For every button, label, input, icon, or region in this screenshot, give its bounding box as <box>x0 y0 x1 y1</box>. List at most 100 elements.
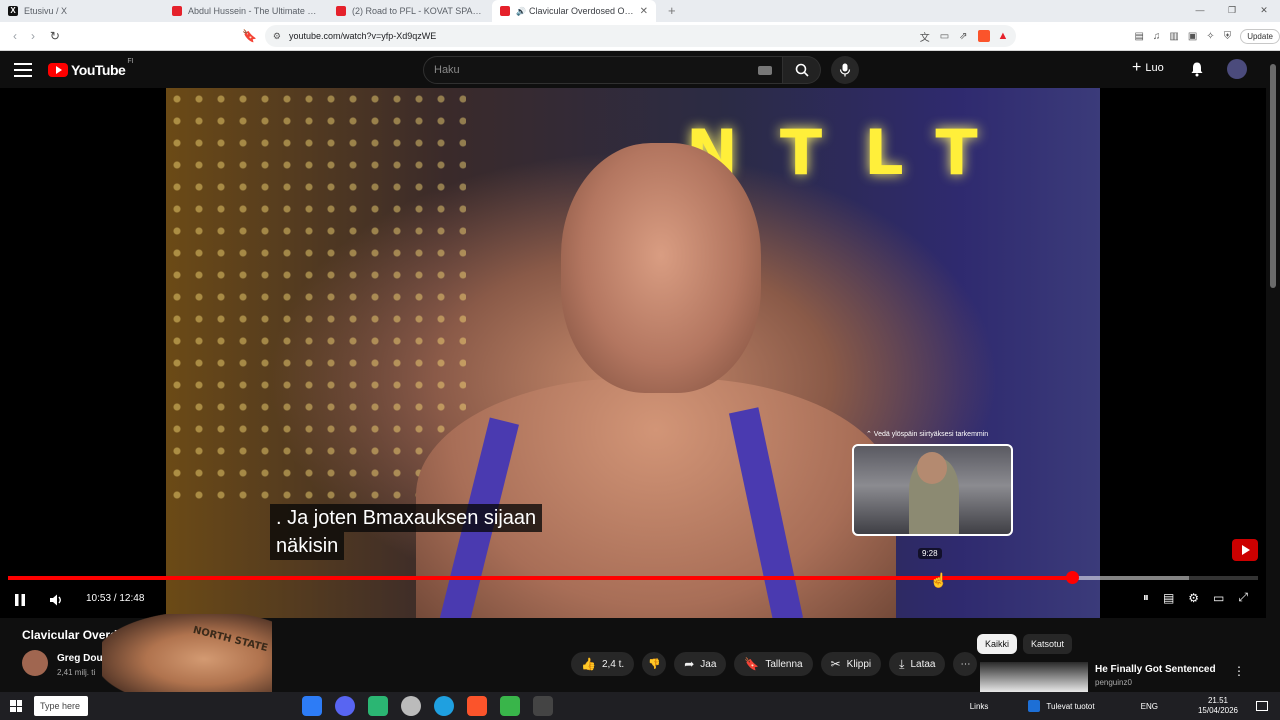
settings-gear-icon[interactable]: ⚙ <box>1188 591 1199 605</box>
caption-line-2: näkisin <box>270 532 345 560</box>
thumbs-down-icon: 👎 <box>647 658 661 670</box>
player-controls: 10:53 / 12:48 ⏸ ▤ ⚙ ▭ ⤢ <box>0 588 1266 612</box>
url-field[interactable]: ⚙ youtube.com/watch?v=yfp-Xd9qzWE 文 ▭ ⇗ … <box>264 25 1017 47</box>
cast-icon[interactable]: ▭ <box>940 31 949 42</box>
plus-icon: + <box>1132 59 1142 76</box>
taskbar-search-input[interactable]: Type here <box>34 696 88 716</box>
recommended-channel[interactable]: penguinz0 <box>1095 678 1132 687</box>
chat-app-icon[interactable] <box>368 696 388 716</box>
brave-shields-icon[interactable] <box>977 30 990 42</box>
close-window-icon[interactable]: ✕ <box>1248 0 1280 22</box>
download-label: Lataa <box>910 658 936 670</box>
download-button[interactable]: ⤓ Lataa <box>889 652 946 676</box>
account-avatar[interactable] <box>1227 59 1247 79</box>
fairy-lights-background <box>166 88 466 508</box>
dislike-button[interactable]: 👎 <box>642 652 667 676</box>
x-logo-icon: X <box>8 6 18 16</box>
media-app-icon[interactable] <box>500 696 520 716</box>
youtube-watermark-icon[interactable] <box>1232 539 1258 561</box>
progress-bar[interactable] <box>8 571 1258 584</box>
reload-icon[interactable]: ↻ <box>46 29 64 43</box>
recommended-title[interactable]: He Finally Got Sentenced <box>1095 664 1216 675</box>
youtube-logo[interactable]: YouTube FI <box>48 58 134 78</box>
wallet-icon[interactable]: ▣ <box>1188 31 1197 42</box>
settings-app-icon[interactable] <box>533 696 553 716</box>
system-clock[interactable]: 21.51 15/04/2026 <box>1198 696 1238 716</box>
theater-mode-icon[interactable]: ▭ <box>1213 591 1224 605</box>
browser-tab-clavicular[interactable]: 🔊 Clavicular Overdosed On Live ✕ <box>492 0 656 22</box>
reading-list-icon[interactable]: ▥ <box>1169 31 1178 42</box>
hand-cursor-icon: ☝ <box>930 572 948 588</box>
minimize-icon[interactable]: — <box>1184 0 1216 22</box>
autoplay-toggle-icon[interactable]: ⏸ <box>1143 590 1149 605</box>
close-tab-icon[interactable]: ✕ <box>640 6 648 17</box>
like-button[interactable]: 👍 2,4 t. <box>571 652 635 676</box>
sidebar-chips: Kaikki Katsotut <box>977 634 1073 654</box>
vpn-icon[interactable]: ⛨ <box>1224 31 1232 42</box>
clip-label: Klippi <box>846 658 872 670</box>
new-tab-button[interactable]: + <box>662 0 682 22</box>
forward-icon[interactable]: › <box>24 29 42 43</box>
security-app-icon[interactable] <box>401 696 421 716</box>
recommended-more-icon[interactable]: ⋮ <box>1233 664 1245 678</box>
menu-icon[interactable] <box>14 63 32 77</box>
save-button[interactable]: 🔖 Tallenna <box>734 652 813 676</box>
discord-app-icon[interactable] <box>335 696 355 716</box>
speaker-icon: 🔊 <box>516 6 526 16</box>
back-icon[interactable]: ‹ <box>6 29 24 43</box>
channel-avatar[interactable] <box>22 650 48 676</box>
video-info-area: Clavicular Overdo Greg Douce 2,41 milj. … <box>0 614 1266 696</box>
browser-tab-x[interactable]: X Etusivu / X <box>0 0 164 22</box>
browser-toolbar: ▤ ♫ ▥ ▣ ✧ ⛨ Update <box>1134 28 1280 44</box>
search-icon <box>795 63 809 77</box>
video-player[interactable]: NTLT . Ja joten Bmaxauksen sijaan näkisi… <box>0 88 1266 618</box>
sidebar-toggle-icon[interactable]: ▤ <box>1134 31 1143 42</box>
translate-icon[interactable]: 文 <box>920 29 930 44</box>
volume-icon[interactable] <box>48 592 64 608</box>
like-count: 2,4 t. <box>601 658 625 670</box>
maximize-icon[interactable]: ❐ <box>1216 0 1248 22</box>
search-input[interactable]: Haku <box>423 56 783 84</box>
recommended-thumbnail[interactable] <box>980 662 1088 692</box>
preview-head <box>917 452 947 484</box>
brave-rewards-icon[interactable]: ▲ <box>998 30 1009 42</box>
update-button[interactable]: Update <box>1240 28 1280 44</box>
site-info-icon[interactable]: ⚙ <box>273 31 281 42</box>
bookmark-icon: 🔖 <box>744 657 760 671</box>
fullscreen-icon[interactable]: ⤢ <box>1238 590 1248 605</box>
media-icon[interactable]: ♫ <box>1153 31 1161 42</box>
create-button[interactable]: + Luo <box>1132 59 1164 76</box>
pause-icon[interactable] <box>14 593 26 607</box>
share-button[interactable]: ➦ Jaa <box>674 652 727 676</box>
scrubber-knob[interactable] <box>1065 571 1079 584</box>
leo-icon[interactable]: ✧ <box>1206 31 1214 42</box>
save-label: Tallenna <box>765 658 803 670</box>
notifications-icon[interactable] <box>1256 701 1268 711</box>
scrollbar-thumb[interactable] <box>1270 64 1276 288</box>
share-page-icon[interactable]: ⇗ <box>959 31 967 42</box>
photoshop-app-icon[interactable] <box>302 696 322 716</box>
edge-app-icon[interactable] <box>434 696 454 716</box>
brave-app-icon[interactable] <box>467 696 487 716</box>
keyboard-icon[interactable] <box>758 65 772 75</box>
browser-tab-abdul[interactable]: Abdul Hussein - The Ultimate Fighte <box>164 0 328 22</box>
page-scrollbar[interactable] <box>1266 52 1280 692</box>
links-toolbar[interactable]: Links <box>970 702 989 711</box>
voice-search-button[interactable] <box>831 56 859 84</box>
tab-label: Clavicular Overdosed On Live <box>528 6 636 16</box>
more-actions-button[interactable]: ⋯ <box>953 652 978 676</box>
search-button[interactable] <box>783 56 821 84</box>
news-widget[interactable]: Tulevat tuotot <box>1028 700 1095 712</box>
windows-start-icon[interactable] <box>10 700 22 712</box>
chip-watched[interactable]: Katsotut <box>1023 634 1073 654</box>
bookmark-icon[interactable]: 🔖 <box>242 29 257 43</box>
input-language[interactable]: ENG <box>1141 702 1158 711</box>
browser-tab-road-to-pfl[interactable]: (2) Road to PFL - KOVAT SPARRI II - Y <box>328 0 492 22</box>
notifications-button[interactable] <box>1190 61 1204 82</box>
chip-all[interactable]: Kaikki <box>977 634 1018 654</box>
clip-button[interactable]: ✂ Klippi <box>820 652 882 676</box>
download-icon: ⤓ <box>899 656 905 671</box>
subtitles-icon[interactable]: ▤ <box>1163 591 1174 605</box>
bell-icon <box>1191 62 1203 77</box>
address-bar: ‹ › ↻ 🔖 ⚙ youtube.com/watch?v=yfp-Xd9qzW… <box>0 22 1280 51</box>
